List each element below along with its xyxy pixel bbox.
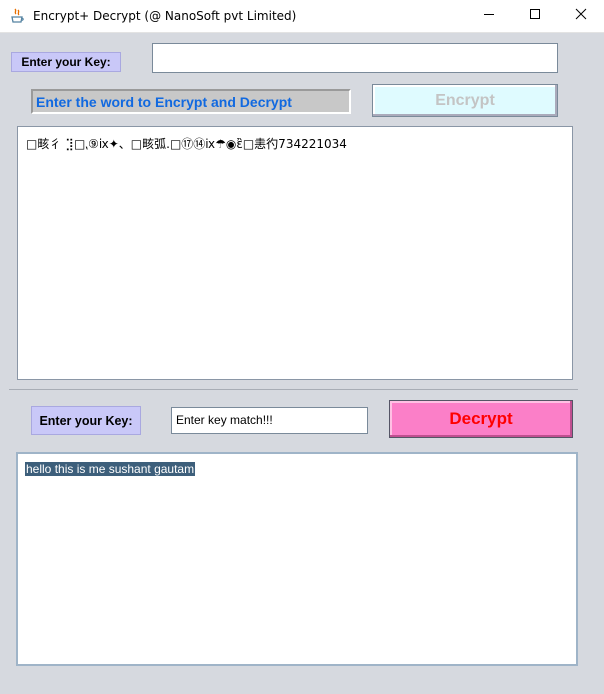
decrypted-text: hello this is me sushant gautam: [25, 462, 196, 476]
decrypted-text-area[interactable]: hello this is me sushant gautam: [16, 452, 578, 666]
window-title: Encrypt+ Decrypt (@ NanoSoft pvt Limited…: [33, 9, 297, 23]
minimize-icon: [483, 7, 495, 25]
decrypt-key-label: Enter your Key:: [31, 406, 141, 435]
java-app-icon: [9, 8, 25, 24]
close-button[interactable]: [558, 0, 604, 32]
maximize-button[interactable]: [512, 0, 558, 32]
decrypt-key-input[interactable]: Enter key match!!!: [171, 407, 368, 434]
decrypt-button[interactable]: Decrypt: [389, 400, 573, 438]
encrypt-key-label: Enter your Key:: [11, 52, 121, 72]
encrypt-button[interactable]: Encrypt: [372, 84, 558, 117]
word-instruction-label: Enter the word to Encrypt and Decrypt: [31, 89, 351, 114]
encrypted-text: □畡彳 ⣹□⹁⑨ⅸ✦、□畡弧.□⑰⑭ⅸ☂◉ἒ□恚彴734221034: [26, 137, 347, 151]
encrypt-key-input[interactable]: [152, 43, 558, 73]
close-icon: [575, 7, 587, 25]
minimize-button[interactable]: [466, 0, 512, 32]
maximize-icon: [529, 7, 541, 25]
encrypted-text-area[interactable]: □畡彳 ⣹□⹁⑨ⅸ✦、□畡弧.□⑰⑭ⅸ☂◉ἒ□恚彴734221034: [17, 126, 573, 380]
title-bar: Encrypt+ Decrypt (@ NanoSoft pvt Limited…: [0, 0, 604, 33]
decrypt-key-value: Enter key match!!!: [176, 413, 273, 427]
section-divider: [9, 389, 578, 390]
